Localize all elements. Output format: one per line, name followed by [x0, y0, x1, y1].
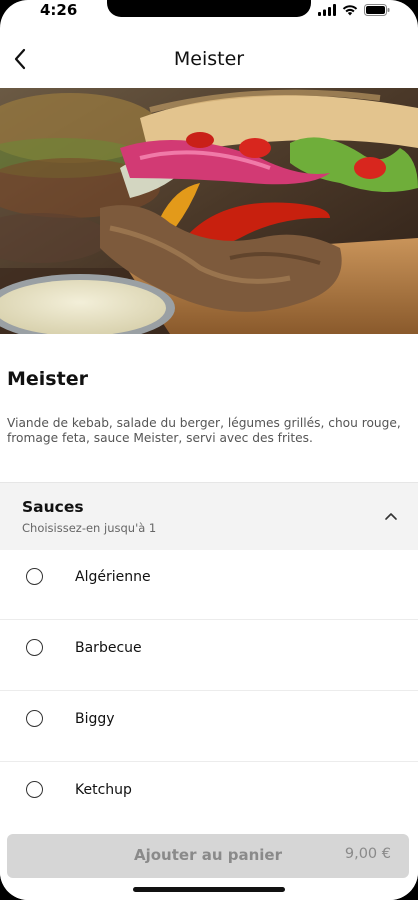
product-hero-image — [0, 88, 418, 334]
bottom-bar: Ajouter au panier 9,00 € — [0, 826, 418, 900]
option-label: Ketchup — [75, 782, 132, 798]
status-time: 4:26 — [40, 1, 78, 19]
radio-button[interactable] — [26, 639, 43, 656]
section-subtitle: Choisissez-en jusqu'à 1 — [22, 521, 157, 535]
option-row[interactable]: Barbecue — [0, 620, 418, 691]
collapse-toggle[interactable] — [382, 507, 400, 525]
option-label: Barbecue — [75, 640, 142, 656]
app-screen: 4:26 Meister Meister Viande de kebab, sa… — [0, 0, 418, 900]
status-icons — [318, 3, 390, 17]
sauce-options-list: Algérienne Barbecue Biggy Ketchup — [0, 549, 418, 832]
radio-button[interactable] — [26, 781, 43, 798]
option-row[interactable]: Biggy — [0, 691, 418, 762]
signal-icon — [318, 4, 336, 16]
device-notch — [107, 0, 311, 17]
kebab-illustration — [0, 88, 418, 334]
product-name: Meister — [7, 368, 88, 390]
radio-button[interactable] — [26, 568, 43, 585]
price-label: 9,00 € — [344, 846, 391, 862]
home-indicator[interactable] — [133, 887, 285, 892]
option-row[interactable]: Ketchup — [0, 762, 418, 832]
status-bar: 4:26 — [0, 0, 418, 22]
wifi-icon — [342, 5, 358, 16]
product-description: Viande de kebab, salade du berger, légum… — [7, 416, 401, 445]
chevron-up-icon — [385, 512, 397, 520]
navigation-bar: Meister — [0, 34, 418, 84]
option-row[interactable]: Algérienne — [0, 549, 418, 620]
page-title: Meister — [173, 48, 245, 70]
option-label: Algérienne — [75, 569, 151, 585]
sauces-section-header[interactable]: Sauces Choisissez-en jusqu'à 1 — [0, 482, 418, 550]
option-label: Biggy — [75, 711, 115, 727]
radio-button[interactable] — [26, 710, 43, 727]
battery-icon — [364, 4, 390, 16]
add-to-cart-button[interactable]: Ajouter au panier 9,00 € — [7, 834, 409, 878]
section-title: Sauces — [22, 498, 84, 516]
